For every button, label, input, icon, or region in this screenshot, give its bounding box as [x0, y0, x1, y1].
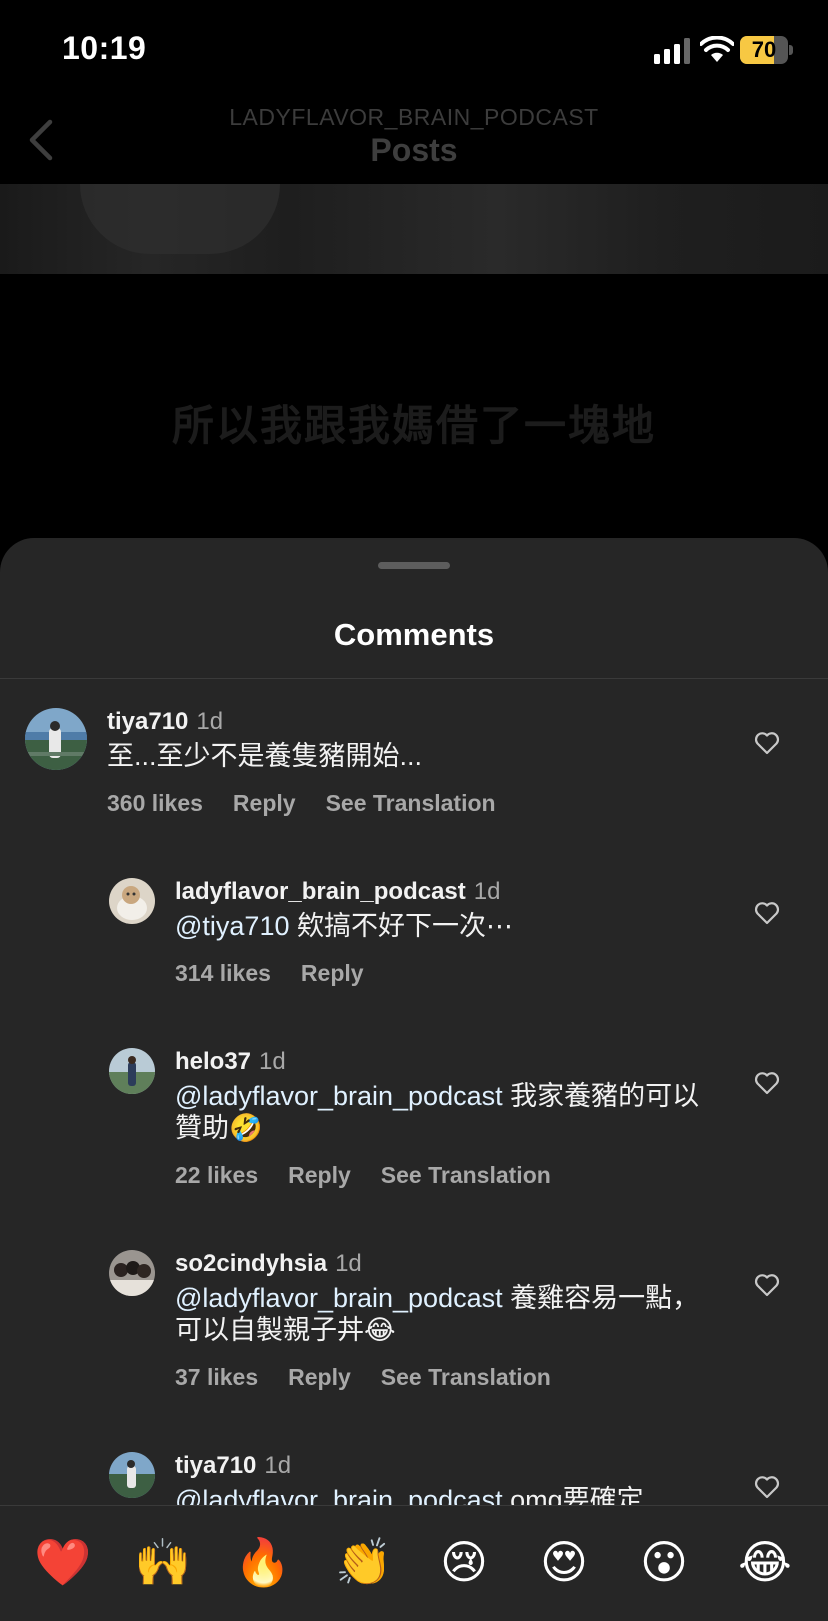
comment-username[interactable]: ladyflavor_brain_podcast 1d [175, 878, 500, 906]
reply-button[interactable]: Reply [288, 1162, 351, 1188]
comments-title: Comments [333, 617, 495, 652]
reply-button[interactable]: Reply [301, 960, 364, 986]
mention-link[interactable]: @ladyflavor_brain_podcast [175, 1081, 503, 1111]
avatar[interactable] [109, 878, 155, 924]
post-caption-overlay: 所以我跟我媽借了一塊地 [171, 402, 656, 449]
heart-eyes-emoji[interactable]: 😍 [534, 1532, 594, 1592]
see-translation-button[interactable]: See Translation [326, 790, 496, 816]
raising-hands-emoji[interactable]: 🙌 [133, 1532, 193, 1592]
mention-link[interactable]: @ladyflavor_brain_podcast [175, 1283, 503, 1313]
comment-text: @tiya710 欸搞不好下一次⋯ [175, 911, 513, 941]
battery-icon: 70 [740, 36, 793, 64]
comment-item: tiya710 1d 至...至少不是養隻豬開始... 360 likes Repl… [0, 708, 828, 858]
divider [0, 678, 828, 679]
tears-of-joy-emoji[interactable]: 😂 [735, 1532, 795, 1592]
fire-emoji[interactable]: 🔥 [233, 1532, 293, 1592]
comment-username[interactable]: tiya710 1d [107, 708, 223, 736]
comment-timestamp: 1d [264, 1452, 292, 1479]
likes-count[interactable]: 314 likes [175, 960, 271, 986]
reply-button[interactable]: Reply [288, 1364, 351, 1390]
red-heart-emoji[interactable]: ❤️ [33, 1532, 93, 1592]
heart-icon[interactable] [754, 731, 780, 755]
comment-text: @ladyflavor_brain_podcast 我家養豬的可以贊助🤣 [175, 1081, 700, 1143]
comment-actions: 22 likes Reply See Translation [175, 1162, 581, 1189]
reply-item: helo37 1d @ladyflavor_brain_podcast 我家養豬的… [0, 1048, 828, 1228]
likes-count[interactable]: 360 likes [107, 790, 203, 816]
mention-link[interactable]: @tiya710 [175, 911, 289, 941]
wifi-icon [700, 36, 734, 62]
surprised-face-emoji[interactable]: 😮 [634, 1532, 694, 1592]
reply-button[interactable]: Reply [233, 790, 296, 816]
emoji-reaction-bar: ❤️ 🙌 🔥 👏 😢 😍 😮 😂 [0, 1505, 828, 1621]
status-time: 10:19 [62, 30, 147, 66]
comment-text: 至...至少不是養隻豬開始... [107, 741, 423, 771]
avatar[interactable] [25, 708, 87, 770]
reply-item: so2cindyhsia 1d @ladyflavor_brain_podcast… [0, 1250, 828, 1430]
header-username: LADYFLAVOR_BRAIN_PODCAST [229, 104, 599, 130]
comment-timestamp: 1d [335, 1250, 362, 1277]
comment-timestamp: 1d [196, 708, 224, 735]
comment-username[interactable]: so2cindyhsia 1d [175, 1250, 362, 1278]
likes-count[interactable]: 22 likes [175, 1162, 258, 1188]
comment-username[interactable]: helo37 1d [175, 1048, 286, 1076]
avatar[interactable] [109, 1250, 155, 1296]
post-image [0, 184, 828, 274]
heart-icon[interactable] [754, 901, 780, 925]
comments-sheet: Comments tiya710 1d 至...至少不是養隻豬開始... 360 … [0, 538, 828, 1621]
avatar[interactable] [109, 1452, 155, 1498]
comment-timestamp: 1d [473, 878, 501, 905]
post-media: 所以我跟我媽借了一塊地 [0, 184, 828, 540]
avatar[interactable] [109, 1048, 155, 1094]
crying-face-emoji[interactable]: 😢 [434, 1532, 494, 1592]
battery-percentage: 70 [751, 37, 777, 62]
reply-item: ladyflavor_brain_podcast 1d @tiya710 欸搞不好… [0, 878, 828, 1028]
comment-timestamp: 1d [259, 1048, 286, 1075]
sheet-grabber[interactable] [378, 562, 450, 569]
clapping-hands-emoji[interactable]: 👏 [334, 1532, 394, 1592]
heart-icon[interactable] [754, 1273, 780, 1297]
page-title: Posts [370, 132, 458, 168]
page-header: LADYFLAVOR_BRAIN_PODCAST Posts [0, 100, 828, 184]
comment-username[interactable]: tiya710 1d [175, 1452, 291, 1480]
see-translation-button[interactable]: See Translation [381, 1364, 551, 1390]
likes-count[interactable]: 37 likes [175, 1364, 258, 1390]
status-bar: 10:19 70 [0, 0, 828, 100]
comment-actions: 314 likes Reply [175, 960, 394, 987]
see-translation-button[interactable]: See Translation [381, 1162, 551, 1188]
comment-actions: 37 likes Reply See Translation [175, 1364, 581, 1391]
heart-icon[interactable] [754, 1475, 780, 1499]
cellular-signal-icon [654, 38, 690, 64]
heart-icon[interactable] [754, 1071, 780, 1095]
comment-actions: 360 likes Reply See Translation [107, 790, 526, 817]
comment-text: @ladyflavor_brain_podcast 養雞容易一點，可以自製親子丼… [175, 1283, 700, 1345]
